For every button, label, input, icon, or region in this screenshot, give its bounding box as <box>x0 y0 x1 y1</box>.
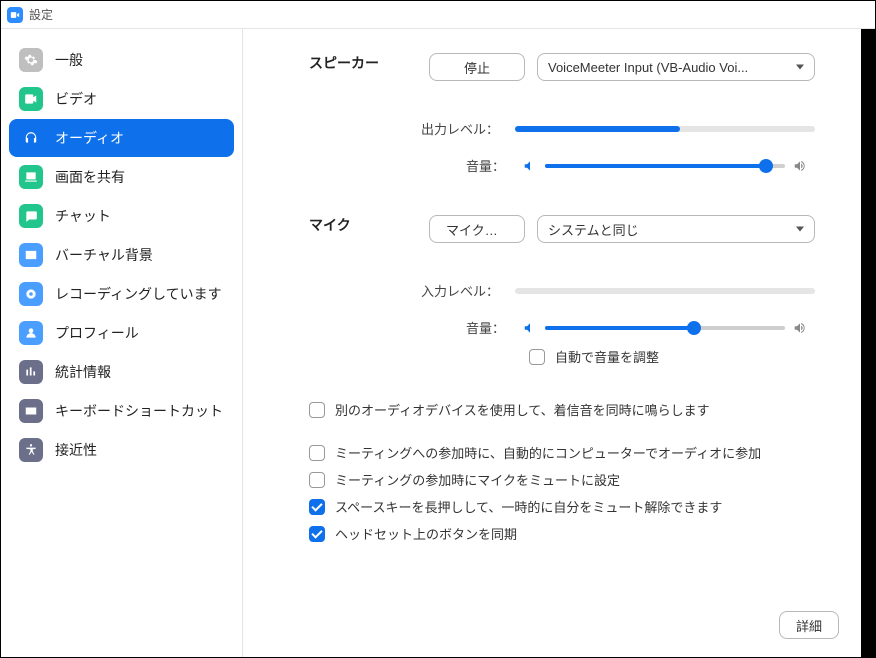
output-level-fill <box>515 126 680 132</box>
volume-low-icon <box>523 159 537 173</box>
speaker-device-value: VoiceMeeter Input (VB-Audio Voi... <box>548 60 748 75</box>
push-to-talk-checkbox[interactable] <box>309 499 325 515</box>
record-icon <box>19 282 43 306</box>
sync-headset-label: ヘッドセット上のボタンを同期 <box>335 524 517 543</box>
background-icon <box>19 243 43 267</box>
sidebar-item-3[interactable]: 画面を共有 <box>9 158 234 196</box>
gear-icon <box>19 48 43 72</box>
sidebar-item-4[interactable]: チャット <box>9 197 234 235</box>
sidebar-item-label: オーディオ <box>55 128 124 148</box>
sidebar-item-6[interactable]: レコーディングしています <box>9 275 234 313</box>
auto-adjust-label: 自動で音量を調整 <box>555 347 659 366</box>
sync-headset-checkbox[interactable] <box>309 526 325 542</box>
share-icon <box>19 165 43 189</box>
accessibility-icon <box>19 438 43 462</box>
speaker-label: スピーカー <box>309 53 429 99</box>
sidebar-item-1[interactable]: ビデオ <box>9 80 234 118</box>
mic-label: マイク <box>309 215 429 261</box>
speaker-test-button[interactable]: 停止 <box>429 53 525 81</box>
mic-device-value: システムと同じ <box>548 220 639 239</box>
sidebar-item-label: 一般 <box>55 50 83 70</box>
volume-low-icon <box>523 321 537 335</box>
app-logo <box>7 7 23 23</box>
chat-icon <box>19 204 43 228</box>
input-level-meter <box>515 288 815 294</box>
sidebar-item-label: レコーディングしています <box>55 284 222 304</box>
mute-on-join-checkbox[interactable] <box>309 472 325 488</box>
sidebar-item-label: 接近性 <box>55 440 97 460</box>
video-icon <box>19 87 43 111</box>
sidebar-item-label: 統計情報 <box>55 362 111 382</box>
push-to-talk-label: スペースキーを長押しして、一時的に自分をミュート解除できます <box>335 497 722 516</box>
mic-device-select[interactable]: システムと同じ <box>537 215 815 243</box>
sidebar-item-5[interactable]: バーチャル背景 <box>9 236 234 274</box>
mic-volume-slider[interactable] <box>545 326 785 330</box>
speaker-device-select[interactable]: VoiceMeeter Input (VB-Audio Voi... <box>537 53 815 81</box>
scrollbar-track[interactable] <box>861 29 875 657</box>
sidebar-item-label: キーボードショートカット <box>55 401 223 421</box>
auto-adjust-checkbox[interactable] <box>529 349 545 365</box>
auto-join-audio-checkbox[interactable] <box>309 445 325 461</box>
mic-test-button[interactable]: マイクのテ... <box>429 215 525 243</box>
sidebar-item-7[interactable]: プロフィール <box>9 314 234 352</box>
sidebar-item-label: チャット <box>55 206 111 226</box>
speaker-volume-slider[interactable] <box>545 164 785 168</box>
profile-icon <box>19 321 43 345</box>
headphones-icon <box>19 126 43 150</box>
output-level-label: 出力レベル： <box>309 119 515 138</box>
stats-icon <box>19 360 43 384</box>
input-level-label: 入力レベル： <box>309 281 515 300</box>
mute-on-join-label: ミーティングの参加時にマイクをミュートに設定 <box>335 470 620 489</box>
ring-other-device-label: 別のオーディオデバイスを使用して、着信音を同時に鳴らします <box>335 400 710 419</box>
keyboard-icon <box>19 399 43 423</box>
sidebar-item-9[interactable]: キーボードショートカット <box>9 392 234 430</box>
speaker-volume-label: 音量： <box>309 156 515 175</box>
sidebar-item-label: プロフィール <box>55 323 139 343</box>
sidebar-item-2[interactable]: オーディオ <box>9 119 234 157</box>
auto-join-audio-label: ミーティングへの参加時に、自動的にコンピューターでオーディオに参加 <box>335 443 761 462</box>
speaker-section: スピーカー 停止 VoiceMeeter Input (VB-Audio Voi… <box>243 53 875 99</box>
sidebar-item-8[interactable]: 統計情報 <box>9 353 234 391</box>
content-area: スピーカー 停止 VoiceMeeter Input (VB-Audio Voi… <box>243 29 875 657</box>
advanced-button[interactable]: 詳細 <box>779 611 839 639</box>
window-title: 設定 <box>29 6 53 23</box>
sidebar-item-0[interactable]: 一般 <box>9 41 234 79</box>
title-bar: 設定 <box>1 1 875 29</box>
sidebar-item-10[interactable]: 接近性 <box>9 431 234 469</box>
sidebar-item-label: 画面を共有 <box>55 167 125 187</box>
volume-high-icon <box>793 159 807 173</box>
sidebar: 一般ビデオオーディオ画面を共有チャットバーチャル背景レコーディングしていますプロ… <box>1 29 243 657</box>
sidebar-item-label: ビデオ <box>55 89 97 109</box>
ring-other-device-checkbox[interactable] <box>309 402 325 418</box>
volume-high-icon <box>793 321 807 335</box>
mic-section: マイク マイクのテ... システムと同じ <box>243 215 875 261</box>
sidebar-item-label: バーチャル背景 <box>55 245 153 265</box>
mic-volume-label: 音量： <box>309 318 515 337</box>
output-level-meter <box>515 126 815 132</box>
